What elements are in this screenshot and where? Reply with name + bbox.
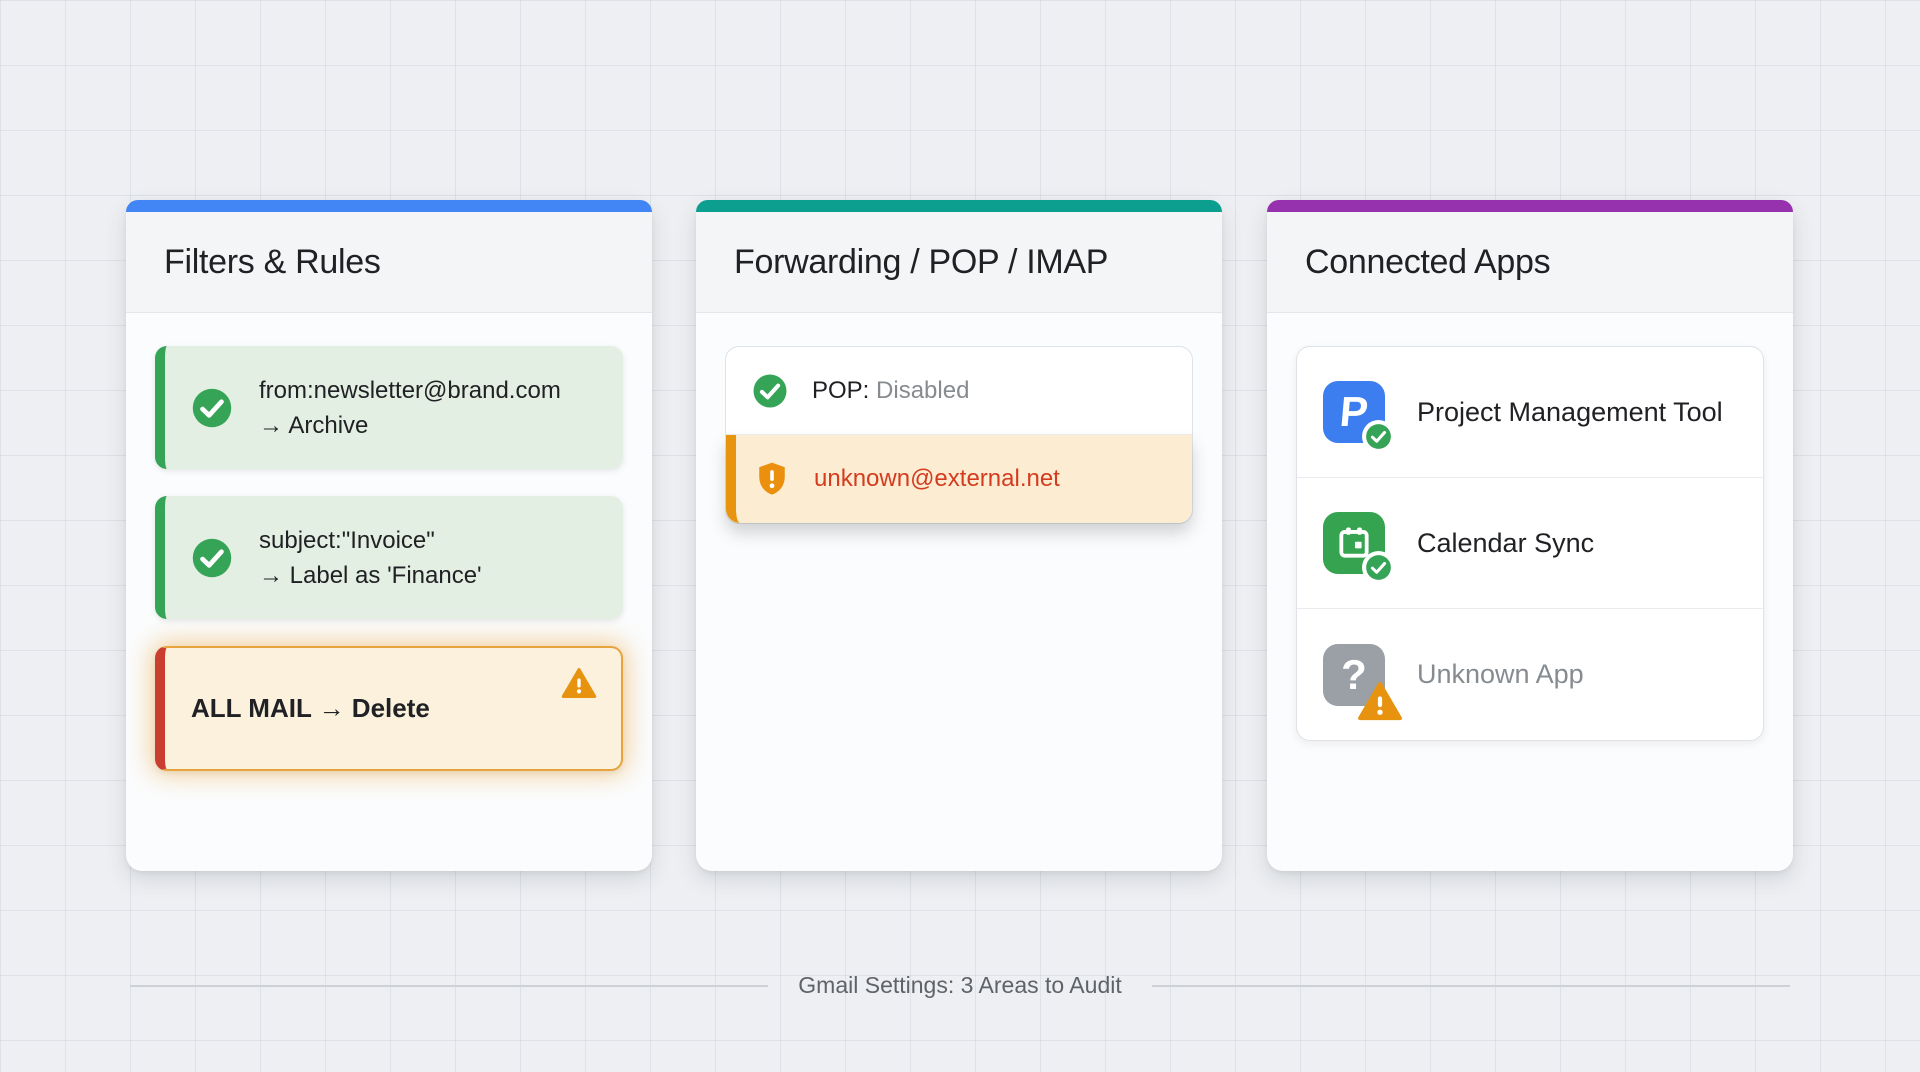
card-title: Filters & Rules	[164, 243, 381, 282]
page-caption-divider: Gmail Settings: 3 Areas to Audit	[130, 972, 1790, 999]
card-body: POP: Disabled unknown@external.net	[696, 313, 1222, 557]
connected-check-badge-icon	[1365, 554, 1392, 581]
forwarding-unknown-address-row[interactable]: unknown@external.net	[726, 435, 1192, 523]
filter-rule-action: → Label as 'Finance'	[259, 558, 482, 593]
filter-rule-query: subject:"Invoice"	[259, 523, 482, 558]
connected-apps-card: Connected Apps P Project Management Tool	[1267, 200, 1793, 871]
connected-apps-list: P Project Management Tool	[1296, 346, 1764, 741]
card-title: Forwarding / POP / IMAP	[734, 243, 1108, 282]
app-row-calendar-sync[interactable]: Calendar Sync	[1297, 478, 1763, 609]
app-name: Unknown App	[1417, 659, 1584, 690]
app-icon-wrap	[1323, 512, 1385, 574]
app-row-unknown-app[interactable]: ? Unknown App	[1297, 609, 1763, 740]
warning-triangle-icon	[1357, 680, 1403, 722]
filter-rule-query: from:newsletter@brand.com	[259, 373, 561, 408]
connected-check-badge-icon	[1365, 423, 1392, 450]
filters-rules-card: Filters & Rules from:newsletter@brand.co…	[126, 200, 652, 871]
card-accent-bar	[126, 200, 652, 212]
app-name: Calendar Sync	[1417, 528, 1594, 559]
warning-triangle-icon	[561, 666, 597, 700]
check-circle-icon	[191, 387, 233, 429]
filter-rule-text: subject:"Invoice" → Label as 'Finance'	[259, 523, 482, 593]
pop-label: POP:	[812, 377, 869, 404]
pop-status-text: POP: Disabled	[812, 377, 969, 405]
filter-rule-invoice-finance[interactable]: subject:"Invoice" → Label as 'Finance'	[155, 496, 623, 619]
card-header: Connected Apps	[1267, 212, 1793, 313]
filter-rule-text: from:newsletter@brand.com → Archive	[259, 373, 561, 443]
card-accent-bar	[696, 200, 1222, 212]
check-circle-icon	[191, 537, 233, 579]
app-row-project-management[interactable]: P Project Management Tool	[1297, 347, 1763, 478]
forwarding-status-list: POP: Disabled unknown@external.net	[725, 346, 1193, 524]
page-caption: Gmail Settings: 3 Areas to Audit	[798, 972, 1121, 999]
filter-rule-text: ALL MAIL → Delete	[191, 691, 430, 726]
filter-rule-newsletter-archive[interactable]: from:newsletter@brand.com → Archive	[155, 346, 623, 469]
card-body: from:newsletter@brand.com → Archive subj…	[126, 313, 652, 831]
card-accent-bar	[1267, 200, 1793, 212]
filter-rule-action: → Archive	[259, 408, 561, 443]
card-title: Connected Apps	[1305, 243, 1550, 282]
forwarding-pop-imap-card: Forwarding / POP / IMAP POP: Disabled	[696, 200, 1222, 871]
app-icon-wrap: ?	[1323, 644, 1385, 706]
app-name: Project Management Tool	[1417, 397, 1723, 428]
card-header: Forwarding / POP / IMAP	[696, 212, 1222, 313]
card-header: Filters & Rules	[126, 212, 652, 313]
shield-exclamation-icon	[754, 459, 790, 499]
card-body: P Project Management Tool	[1267, 313, 1793, 774]
filter-rule-all-mail-delete[interactable]: ALL MAIL → Delete	[155, 646, 623, 771]
pop-status-row[interactable]: POP: Disabled	[726, 347, 1192, 435]
check-circle-icon	[752, 373, 788, 409]
app-icon-wrap: P	[1323, 381, 1385, 443]
pop-value: Disabled	[876, 377, 969, 404]
forwarding-address: unknown@external.net	[814, 465, 1060, 493]
